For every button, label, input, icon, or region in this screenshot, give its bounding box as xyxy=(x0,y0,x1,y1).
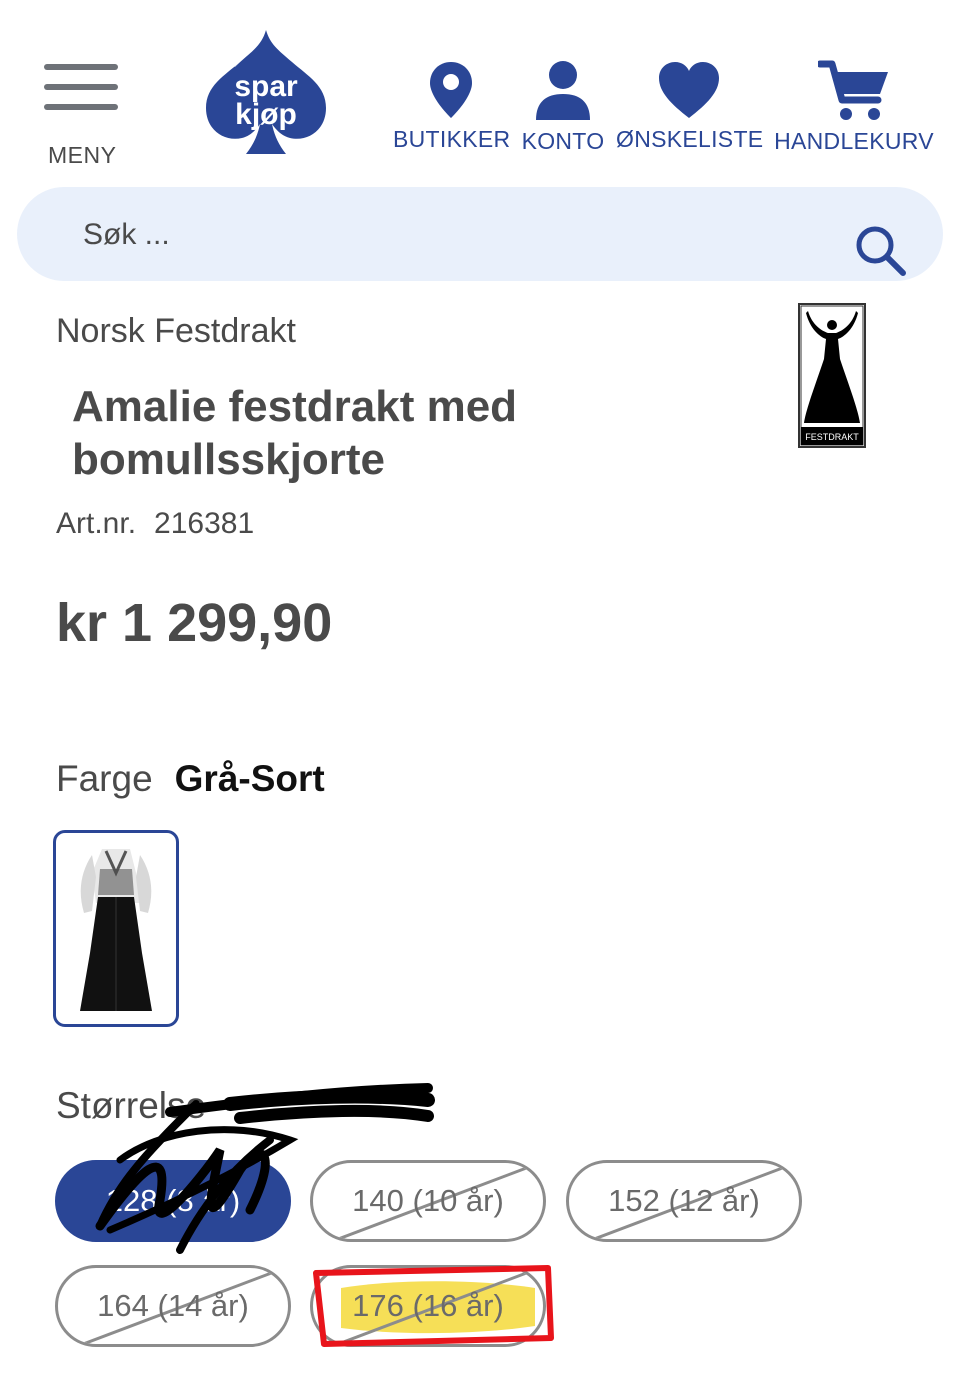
dress-thumbnail xyxy=(80,849,152,1011)
size-option-152[interactable]: 152 (12 år) xyxy=(566,1160,802,1242)
nav-butikker[interactable]: BUTIKKER xyxy=(393,60,511,153)
hamburger-icon-bar xyxy=(44,84,118,90)
product-title: Amalie festdrakt med bomullsskjorte xyxy=(72,382,518,484)
location-pin-icon xyxy=(430,62,472,118)
norsk-festdrakt-logo[interactable]: FESTDRAKT xyxy=(798,303,866,448)
size-option-label: 152 (12 år) xyxy=(608,1183,760,1218)
cart-icon xyxy=(818,60,888,120)
size-option-140[interactable]: 140 (10 år) xyxy=(310,1160,546,1242)
size-option-label: 176 (16 år) xyxy=(352,1288,504,1323)
color-value: Grå-Sort xyxy=(174,758,325,799)
article-number-value: 216381 xyxy=(154,507,255,540)
hamburger-icon-bar xyxy=(44,104,118,110)
nav-label-handlekurv: HANDLEKURV xyxy=(774,128,934,154)
menu-button[interactable]: MENY xyxy=(44,60,120,170)
heart-icon xyxy=(659,62,719,118)
nav-label-butikker: BUTIKKER xyxy=(393,126,511,152)
search-input[interactable] xyxy=(81,209,825,261)
size-option-label: 164 (14 år) xyxy=(97,1288,249,1323)
size-option-label: 140 (10 år) xyxy=(352,1183,504,1218)
nav-onskeliste[interactable]: ØNSKELISTE xyxy=(616,60,764,153)
search-icon[interactable] xyxy=(853,223,907,277)
size-option-128[interactable]: 128 (8 år) xyxy=(55,1160,291,1242)
nav-handlekurv[interactable]: HANDLEKURV xyxy=(770,60,938,155)
product-price: kr 1 299,90 xyxy=(56,593,333,653)
color-swatch-gra-sort[interactable] xyxy=(53,830,179,1027)
article-number-label: Art.nr. xyxy=(56,507,137,540)
size-option-label: 128 (8 år) xyxy=(105,1183,241,1218)
nav-label-onskeliste: ØNSKELISTE xyxy=(616,126,764,152)
brand-logo-text: FESTDRAKT xyxy=(805,432,859,442)
size-option-164[interactable]: 164 (14 år) xyxy=(55,1265,291,1347)
search-bar xyxy=(17,187,943,281)
article-number: Art.nr. 216381 xyxy=(56,507,254,541)
menu-label: MENY xyxy=(48,142,117,168)
size-option-176[interactable]: 176 (16 år) xyxy=(310,1265,546,1347)
user-icon xyxy=(536,61,590,120)
size-label: Størrelse xyxy=(56,1085,207,1126)
logo-text-line2: kjøp xyxy=(235,98,297,131)
color-label: Farge xyxy=(56,758,153,799)
hamburger-icon xyxy=(44,64,118,70)
product-brand[interactable]: Norsk Festdrakt xyxy=(56,312,296,351)
color-selector: Farge Grå-Sort xyxy=(56,758,325,800)
nav-label-konto: KONTO xyxy=(521,128,605,154)
spar-kjop-logo[interactable]: spar kjøp xyxy=(200,26,332,158)
nav-konto[interactable]: KONTO xyxy=(518,60,608,155)
